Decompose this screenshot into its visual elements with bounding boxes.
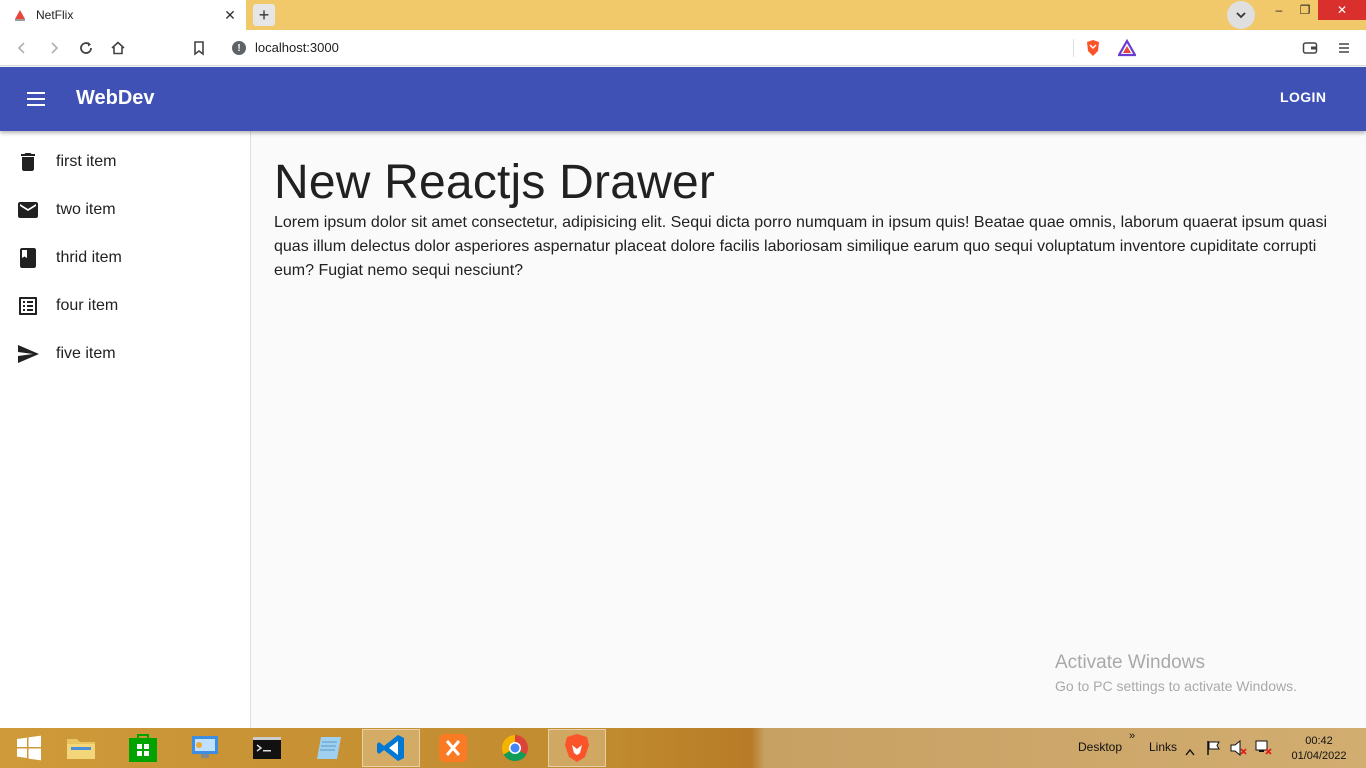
login-button[interactable]: LOGIN [1280,89,1326,105]
folder-icon [67,739,95,759]
menu-button[interactable] [20,83,52,115]
page-title: New Reactjs Drawer [274,156,716,209]
clock-time: 00:42 [1305,735,1333,747]
home-icon[interactable] [108,38,128,58]
drawer-item-four[interactable]: four item [0,282,250,330]
network-disconnected-icon[interactable] [1255,740,1273,761]
speaker-muted-icon[interactable] [1230,739,1248,761]
hamburger-menu-icon [27,92,45,106]
command-prompt-button[interactable] [238,729,296,767]
app-bar: WebDev LOGIN [0,67,1366,131]
browser-tabstrip: NetFlix ✕ + – ❐ ✕ [0,0,1366,30]
back-icon[interactable] [12,38,32,58]
windows-taskbar: Desktop » Links 00:42 01/04/2022 [0,728,1366,768]
toolbar-overflow-icon[interactable]: » [1129,730,1135,742]
side-drawer: first item two item thrid item four item… [0,131,251,728]
brave-rewards-icon[interactable] [1117,38,1137,62]
control-panel-button[interactable] [176,729,234,767]
app-title: WebDev [76,87,155,109]
page-body-text: Lorem ipsum dolor sit amet consectetur, … [274,214,1327,279]
vscode-icon [377,735,404,761]
action-center-flag-icon[interactable] [1206,740,1222,761]
vscode-button[interactable] [362,729,420,767]
links-toolbar-label[interactable]: Links [1149,740,1177,754]
drawer-item-five[interactable]: five item [0,330,250,378]
address-divider [1073,39,1074,57]
list-icon [16,294,40,318]
main-content: New Reactjs Drawer Lorem ipsum dolor sit… [251,131,1366,728]
notepad-button[interactable] [300,729,358,767]
clock-date: 01/04/2022 [1291,750,1347,762]
activate-windows-watermark: Activate Windows Go to PC settings to ac… [1055,652,1297,694]
windows-logo-icon [17,735,41,761]
drawer-item-label: four item [56,297,119,314]
address-url[interactable]: localhost:3000 [255,40,339,55]
drawer-item-label: thrid item [56,249,122,266]
brave-shields-icon[interactable] [1084,39,1102,62]
xampp-button[interactable] [424,729,482,767]
drawer-item-third[interactable]: thrid item [0,234,250,282]
chrome-icon [501,734,528,762]
chrome-button[interactable] [486,729,544,767]
drawer-item-label: five item [56,345,116,362]
drawer-item-label: two item [56,201,116,218]
browser-toolbar: ! localhost:3000 [0,30,1366,66]
mail-icon [16,198,40,222]
chevron-down-icon [1236,12,1246,19]
book-icon [16,246,40,270]
window-maximize-button[interactable]: ❐ [1292,0,1318,20]
delete-icon [16,150,40,174]
send-icon [16,342,40,366]
watermark-subtitle: Go to PC settings to activate Windows. [1055,678,1297,694]
file-explorer-button[interactable] [52,729,110,767]
plus-icon: + [258,5,270,25]
xampp-icon [439,734,467,762]
address-bar[interactable]: ! localhost:3000 [222,34,1145,62]
forward-icon[interactable] [44,38,64,58]
control-panel-icon [192,736,218,758]
drawer-item-label: first item [56,153,117,170]
brave-browser-button[interactable] [548,729,606,767]
react-favicon-icon [12,7,28,23]
drawer-item-first[interactable]: first item [0,138,250,186]
new-tab-button[interactable]: + [253,4,275,26]
tab-title: NetFlix [36,8,74,22]
store-button[interactable] [114,729,172,767]
drawer-item-two[interactable]: two item [0,186,250,234]
brave-lion-icon [565,734,589,762]
site-info-icon[interactable]: ! [232,41,246,55]
terminal-icon [253,737,281,759]
window-close-button[interactable]: ✕ [1318,0,1366,20]
watermark-title: Activate Windows [1055,652,1205,673]
bookmark-icon[interactable] [189,38,209,58]
tab-search-button[interactable] [1227,1,1255,29]
notepad-icon [317,737,341,759]
browser-tab[interactable]: NetFlix ✕ [0,0,246,30]
system-clock[interactable]: 00:42 01/04/2022 [1284,734,1354,764]
browser-menu-icon[interactable] [1334,38,1354,58]
tray-expand-icon[interactable] [1185,743,1195,761]
tab-close-icon[interactable]: ✕ [220,5,240,25]
start-button[interactable] [0,729,58,767]
reload-icon[interactable] [76,38,96,58]
store-icon [129,734,157,762]
window-minimize-button[interactable]: – [1266,0,1292,20]
desktop-toolbar-label[interactable]: Desktop [1078,740,1122,754]
wallet-icon[interactable] [1300,38,1320,58]
